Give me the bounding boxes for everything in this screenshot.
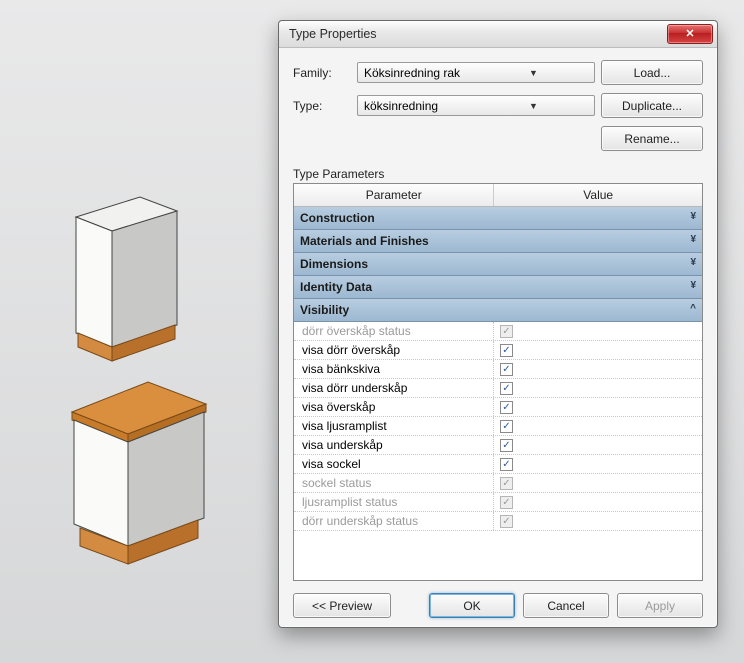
grid-header: Parameter Value: [294, 184, 702, 207]
checkbox[interactable]: ✓: [500, 439, 513, 452]
group-materials[interactable]: Materials and Finishes ¥: [294, 230, 702, 253]
duplicate-button[interactable]: Duplicate...: [601, 93, 703, 118]
type-parameters-label: Type Parameters: [293, 167, 703, 181]
parameter-value-cell[interactable]: ✓: [494, 341, 702, 359]
group-identity[interactable]: Identity Data ¥: [294, 276, 702, 299]
checkbox[interactable]: ✓: [500, 344, 513, 357]
parameter-name: visa bänkskiva: [294, 360, 494, 378]
group-dimensions[interactable]: Dimensions ¥: [294, 253, 702, 276]
group-visibility[interactable]: Visibility ^: [294, 299, 702, 322]
column-parameter[interactable]: Parameter: [294, 184, 494, 206]
table-row: ljusramplist status ✓: [294, 493, 702, 512]
table-row: dörr underskåp status ✓: [294, 512, 702, 531]
parameter-name: visa ljusramplist: [294, 417, 494, 435]
expand-icon: ¥: [690, 234, 696, 245]
ok-button[interactable]: OK: [429, 593, 515, 618]
collapse-icon: ^: [690, 303, 696, 314]
table-row: visa bänkskiva ✓: [294, 360, 702, 379]
rename-button[interactable]: Rename...: [601, 126, 703, 151]
parameter-value-cell: ✓: [494, 322, 702, 340]
parameter-value-cell: ✓: [494, 512, 702, 530]
table-row: visa underskåp ✓: [294, 436, 702, 455]
group-construction[interactable]: Construction ¥: [294, 207, 702, 230]
type-label: Type:: [293, 99, 351, 113]
family-label: Family:: [293, 66, 351, 80]
titlebar[interactable]: Type Properties ✕: [279, 21, 717, 48]
expand-icon: ¥: [690, 257, 696, 268]
close-icon: ✕: [685, 27, 694, 40]
close-button[interactable]: ✕: [667, 24, 713, 44]
parameter-value-cell[interactable]: ✓: [494, 398, 702, 416]
parameters-grid: Parameter Value Construction ¥ Materials…: [293, 183, 703, 581]
checkbox[interactable]: ✓: [500, 420, 513, 433]
parameter-value-cell: ✓: [494, 474, 702, 492]
type-properties-dialog: Type Properties ✕ Family: Köksinredning …: [278, 20, 718, 628]
load-button[interactable]: Load...: [601, 60, 703, 85]
parameter-value-cell: ✓: [494, 493, 702, 511]
parameter-name: visa överskåp: [294, 398, 494, 416]
table-row: visa överskåp ✓: [294, 398, 702, 417]
family-combo-value: Köksinredning rak: [364, 66, 477, 80]
type-combo-value: köksinredning: [364, 99, 477, 113]
checkbox: ✓: [500, 515, 513, 528]
apply-button[interactable]: Apply: [617, 593, 703, 618]
table-row: dörr överskåp status ✓: [294, 322, 702, 341]
table-row: visa sockel ✓: [294, 455, 702, 474]
checkbox: ✓: [500, 477, 513, 490]
checkbox: ✓: [500, 325, 513, 338]
parameter-name: visa dörr underskåp: [294, 379, 494, 397]
parameter-value-cell[interactable]: ✓: [494, 379, 702, 397]
parameter-value-cell[interactable]: ✓: [494, 360, 702, 378]
column-value[interactable]: Value: [494, 184, 702, 206]
parameter-name: visa sockel: [294, 455, 494, 473]
chevron-down-icon: ▼: [477, 68, 590, 78]
expand-icon: ¥: [690, 211, 696, 222]
lower-cabinet-icon: [56, 378, 216, 578]
upper-cabinet-icon: [62, 193, 182, 363]
checkbox[interactable]: ✓: [500, 363, 513, 376]
table-row: visa dörr underskåp ✓: [294, 379, 702, 398]
checkbox[interactable]: ✓: [500, 382, 513, 395]
table-row: visa dörr överskåp ✓: [294, 341, 702, 360]
checkbox: ✓: [500, 496, 513, 509]
expand-icon: ¥: [690, 280, 696, 291]
parameter-name: visa dörr överskåp: [294, 341, 494, 359]
window-title: Type Properties: [289, 27, 667, 41]
table-row: sockel status ✓: [294, 474, 702, 493]
parameter-name: dörr överskåp status: [294, 322, 494, 340]
preview-button[interactable]: << Preview: [293, 593, 391, 618]
parameter-value-cell[interactable]: ✓: [494, 417, 702, 435]
parameter-name: ljusramplist status: [294, 493, 494, 511]
parameter-name: visa underskåp: [294, 436, 494, 454]
chevron-down-icon: ▼: [477, 101, 590, 111]
parameter-value-cell[interactable]: ✓: [494, 455, 702, 473]
parameter-name: sockel status: [294, 474, 494, 492]
type-combo[interactable]: köksinredning ▼: [357, 95, 595, 116]
parameter-name: dörr underskåp status: [294, 512, 494, 530]
family-combo[interactable]: Köksinredning rak ▼: [357, 62, 595, 83]
parameter-value-cell[interactable]: ✓: [494, 436, 702, 454]
table-row: visa ljusramplist ✓: [294, 417, 702, 436]
checkbox[interactable]: ✓: [500, 401, 513, 414]
cancel-button[interactable]: Cancel: [523, 593, 609, 618]
checkbox[interactable]: ✓: [500, 458, 513, 471]
